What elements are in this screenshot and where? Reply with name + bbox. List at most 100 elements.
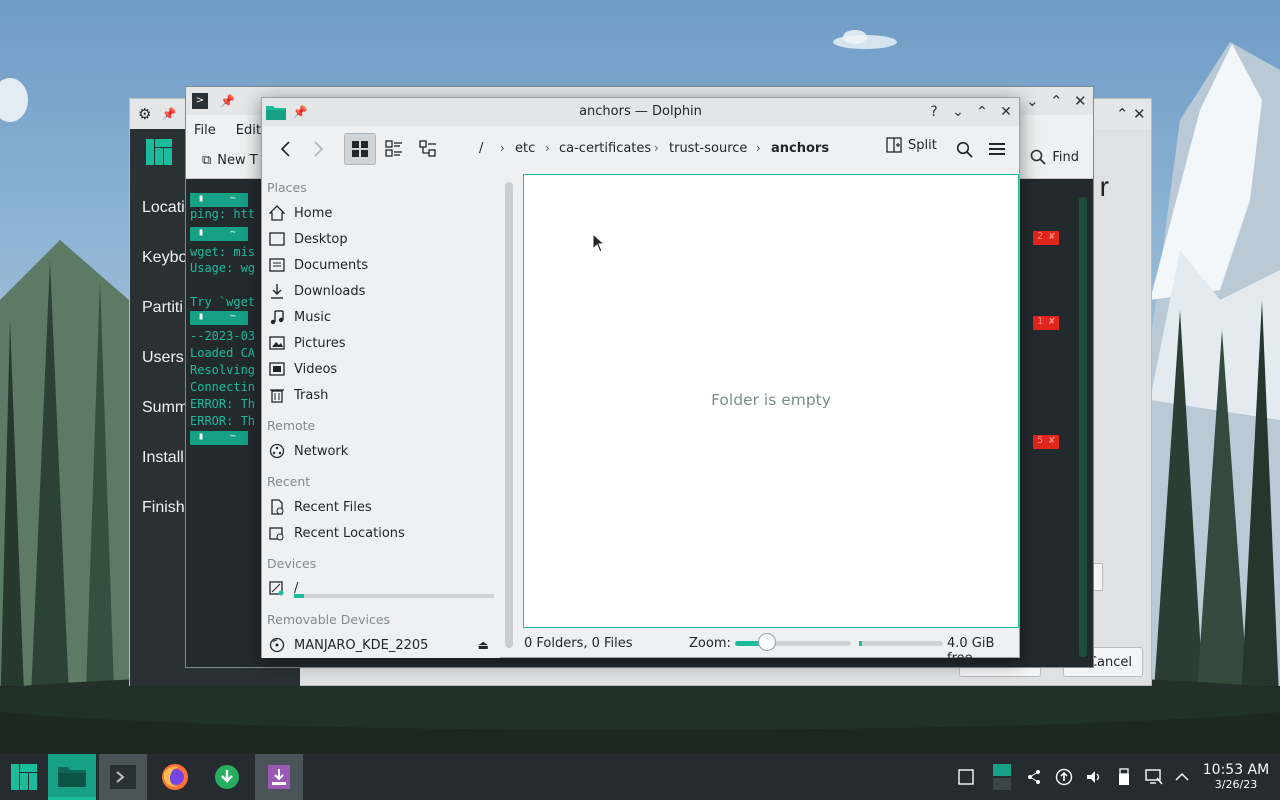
- place-home-label: Home: [294, 205, 333, 221]
- place-recent-files[interactable]: Recent Files: [267, 495, 495, 519]
- download-icon: [271, 284, 283, 299]
- place-downloads[interactable]: Downloads: [267, 279, 495, 303]
- close-icon[interactable]: ✕: [1133, 105, 1146, 123]
- chevron-down-icon[interactable]: ⌄: [1026, 92, 1039, 110]
- task-software-updater[interactable]: [203, 754, 251, 800]
- kde-connect-icon[interactable]: [1024, 767, 1044, 787]
- removable-device-icon[interactable]: [1114, 767, 1134, 787]
- place-documents[interactable]: Documents: [267, 253, 495, 277]
- place-trash[interactable]: Trash: [267, 383, 495, 407]
- menu-file[interactable]: File: [194, 123, 216, 138]
- eject-icon[interactable]: ⏏: [478, 638, 489, 652]
- forward-button[interactable]: [302, 133, 334, 165]
- split-button[interactable]: Split: [886, 137, 937, 153]
- network-icon: [269, 443, 285, 459]
- terminal-line: ERROR: Th: [190, 397, 256, 411]
- new-tab-button[interactable]: ⧉ New T: [202, 153, 258, 168]
- dolphin-window[interactable]: 📌 anchors — Dolphin ? ⌄ ⌃ ✕ / › etc › ca…: [261, 97, 1020, 666]
- mouse-cursor-icon: [592, 233, 606, 253]
- free-space-label: 4.0 GiB free: [947, 636, 995, 666]
- task-terminal[interactable]: [99, 754, 147, 800]
- place-recent-locations[interactable]: Recent Locations: [267, 521, 495, 545]
- removable-heading: Removable Devices: [267, 612, 391, 627]
- back-button[interactable]: [270, 133, 302, 165]
- place-manjaro-label: MANJARO_KDE_2205: [294, 637, 429, 653]
- breadcrumb-separator-icon: ›: [545, 141, 550, 155]
- clock-date: 3/26/23: [1214, 778, 1258, 791]
- menu-edit[interactable]: Edit: [236, 123, 261, 138]
- network-connection-icon[interactable]: [1144, 767, 1164, 787]
- breadcrumb-separator-icon: ›: [756, 141, 761, 155]
- error-badge: 1 ✘: [1033, 316, 1059, 330]
- hamburger-menu-button[interactable]: [981, 133, 1013, 165]
- task-dolphin[interactable]: [48, 754, 96, 800]
- home-icon: [269, 205, 285, 221]
- places-scrollbar[interactable]: [505, 182, 513, 648]
- update-notifier-icon[interactable]: [1054, 767, 1074, 787]
- find-label: Find: [1052, 149, 1079, 165]
- place-home[interactable]: Home: [267, 201, 495, 225]
- close-icon[interactable]: ✕: [1074, 92, 1087, 110]
- terminal-scrollbar[interactable]: [1079, 197, 1087, 657]
- terminal-line: wget: mis: [190, 245, 256, 259]
- icons-view-button[interactable]: [344, 133, 376, 165]
- find-button[interactable]: Find: [1030, 149, 1079, 165]
- place-videos[interactable]: Videos: [267, 357, 495, 381]
- drive-icon: [269, 581, 284, 596]
- task-firefox[interactable]: [151, 754, 199, 800]
- breadcrumb-anchors[interactable]: anchors: [771, 141, 829, 156]
- search-button[interactable]: [948, 133, 980, 165]
- maximize-icon[interactable]: ⌃: [972, 102, 992, 122]
- breadcrumb-root[interactable]: /: [479, 141, 483, 156]
- place-music-label: Music: [294, 309, 331, 325]
- application-launcher-button[interactable]: [0, 754, 48, 800]
- terminal-prompt: ▮ ~: [190, 193, 248, 207]
- zoom-slider-handle[interactable]: [758, 633, 776, 651]
- terminal-prompt: ▮ ~: [190, 431, 248, 445]
- dolphin-titlebar[interactable]: 📌 anchors — Dolphin ? ⌄ ⌃ ✕: [262, 98, 1019, 126]
- show-desktop-icon[interactable]: [956, 767, 976, 787]
- installer-step-install: Install: [142, 449, 184, 466]
- place-desktop[interactable]: Desktop: [267, 227, 495, 251]
- pin-icon[interactable]: 📌: [220, 94, 235, 108]
- new-tab-icon: ⧉: [202, 153, 212, 168]
- installer-heading: r: [1099, 171, 1109, 202]
- devices-heading: Devices: [267, 556, 317, 571]
- place-network[interactable]: Network: [267, 439, 495, 463]
- close-icon[interactable]: ✕: [996, 102, 1016, 122]
- digital-clock[interactable]: 10:53 AM 3/26/23: [1196, 762, 1276, 791]
- chevron-left-icon: [280, 141, 290, 157]
- compact-view-button[interactable]: [378, 133, 410, 165]
- pin-icon[interactable]: 📌: [161, 107, 176, 121]
- zoom-slider[interactable]: [735, 641, 851, 646]
- breadcrumb-trust-source[interactable]: trust-source: [669, 141, 747, 156]
- pager-icon[interactable]: [992, 763, 1012, 791]
- error-badge: 5 ✘: [1033, 435, 1059, 449]
- terminal-line: Loaded CA: [190, 346, 256, 360]
- split-view-icon: [886, 137, 902, 153]
- terminal-line: Resolving: [190, 363, 256, 377]
- details-view-button[interactable]: [412, 133, 444, 165]
- desktop-icon: [269, 232, 285, 246]
- empty-folder-message: Folder is empty: [711, 391, 831, 409]
- remote-heading: Remote: [267, 418, 316, 433]
- place-trash-label: Trash: [294, 387, 329, 403]
- task-installer[interactable]: [255, 754, 303, 800]
- chevron-right-icon: [314, 141, 324, 157]
- cancel-label: Cancel: [1087, 654, 1132, 670]
- file-view[interactable]: Folder is empty: [523, 174, 1019, 628]
- place-manjaro-device[interactable]: MANJARO_KDE_2205 ⏏: [267, 633, 495, 657]
- place-pictures[interactable]: Pictures: [267, 331, 495, 355]
- places-heading: Places: [267, 180, 307, 195]
- volume-icon[interactable]: [1084, 767, 1104, 787]
- search-icon: [956, 141, 973, 158]
- help-icon[interactable]: ?: [924, 102, 944, 122]
- breadcrumb-ca-certificates[interactable]: ca-certificates: [559, 141, 651, 156]
- minimize-icon[interactable]: ⌃: [1116, 105, 1129, 123]
- chevron-up-icon[interactable]: [1172, 767, 1192, 787]
- breadcrumb-etc[interactable]: etc: [515, 141, 535, 156]
- grid-view-icon: [352, 141, 368, 157]
- maximize-icon[interactable]: ⌃: [1050, 92, 1063, 110]
- place-music[interactable]: Music: [267, 305, 495, 329]
- minimize-icon[interactable]: ⌄: [948, 102, 968, 122]
